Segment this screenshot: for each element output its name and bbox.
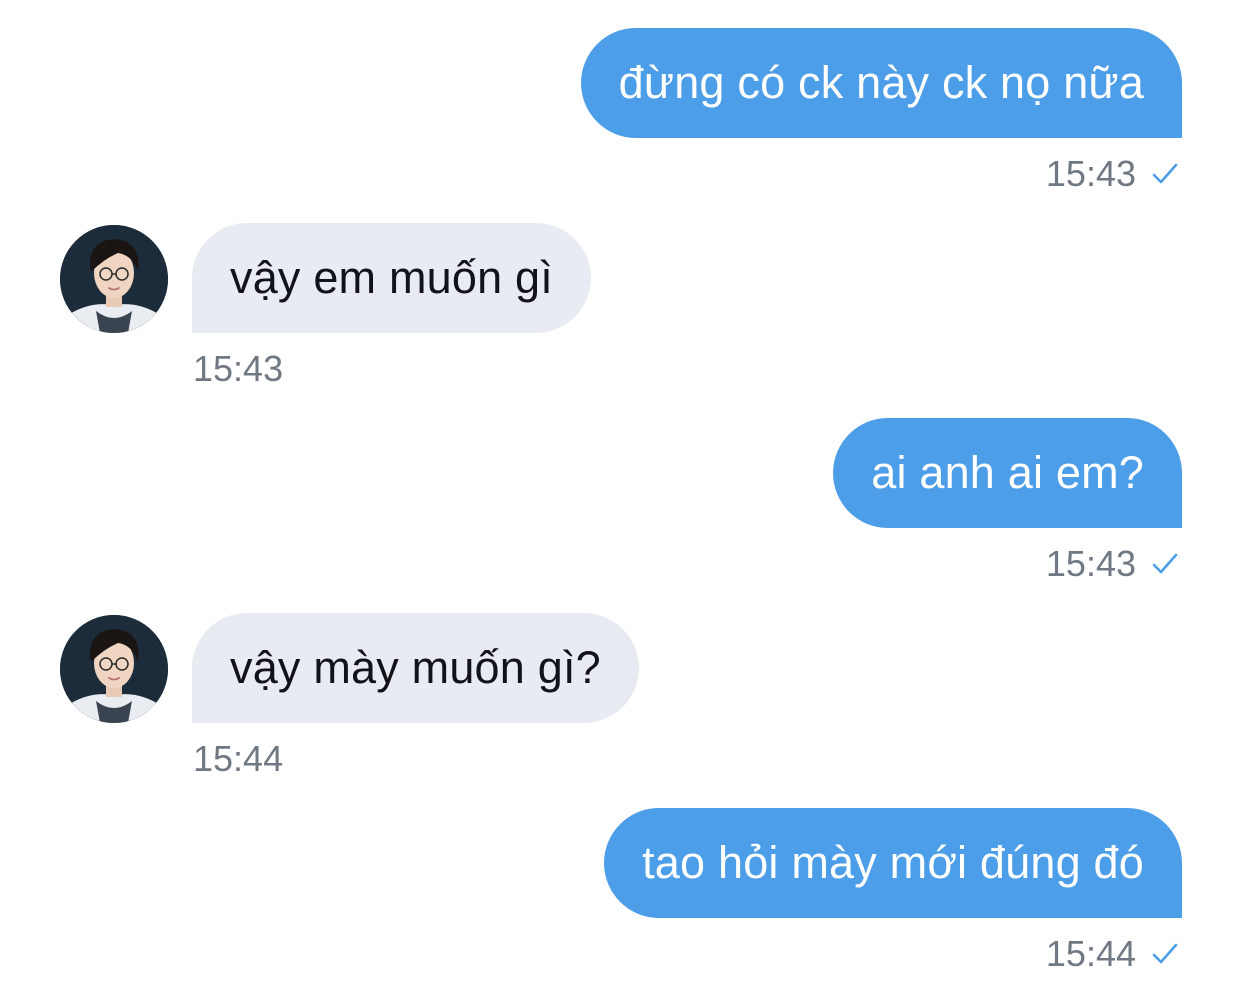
message-meta: 15:44 [1046,932,1180,976]
message-timestamp: 15:44 [193,738,284,779]
message-text: tao hỏi mày mới đúng đó [642,837,1144,888]
message-meta: 15:44 [193,737,283,781]
outgoing-message-bubble[interactable]: tao hỏi mày mới đúng đó [604,808,1182,918]
message-meta: 15:43 [193,347,283,391]
chat-thread: đừng có ck này ck nọ nữa 15:43 vậy em mu… [0,0,1242,991]
message-text: vậy mày muốn gì? [230,642,601,693]
avatar-image [60,225,168,333]
check-icon [1152,163,1178,184]
message-meta: 15:43 [1046,542,1180,586]
message-text: vậy em muốn gì [230,252,553,303]
message-timestamp: 15:44 [1045,933,1136,974]
message-timestamp: 15:43 [1045,543,1136,584]
contact-avatar[interactable] [60,615,168,723]
message-meta: 15:43 [1046,152,1180,196]
incoming-message-bubble[interactable]: vậy em muốn gì [192,223,591,333]
avatar-image [60,615,168,723]
incoming-message-bubble[interactable]: vậy mày muốn gì? [192,613,639,723]
check-icon [1152,943,1178,964]
message-text: đừng có ck này ck nọ nữa [618,57,1144,108]
contact-avatar[interactable] [60,225,168,333]
message-timestamp: 15:43 [193,348,284,389]
check-icon [1152,553,1178,574]
message-timestamp: 15:43 [1045,153,1136,194]
message-text: ai anh ai em? [871,447,1144,498]
outgoing-message-bubble[interactable]: ai anh ai em? [833,418,1182,528]
outgoing-message-bubble[interactable]: đừng có ck này ck nọ nữa [580,28,1182,138]
